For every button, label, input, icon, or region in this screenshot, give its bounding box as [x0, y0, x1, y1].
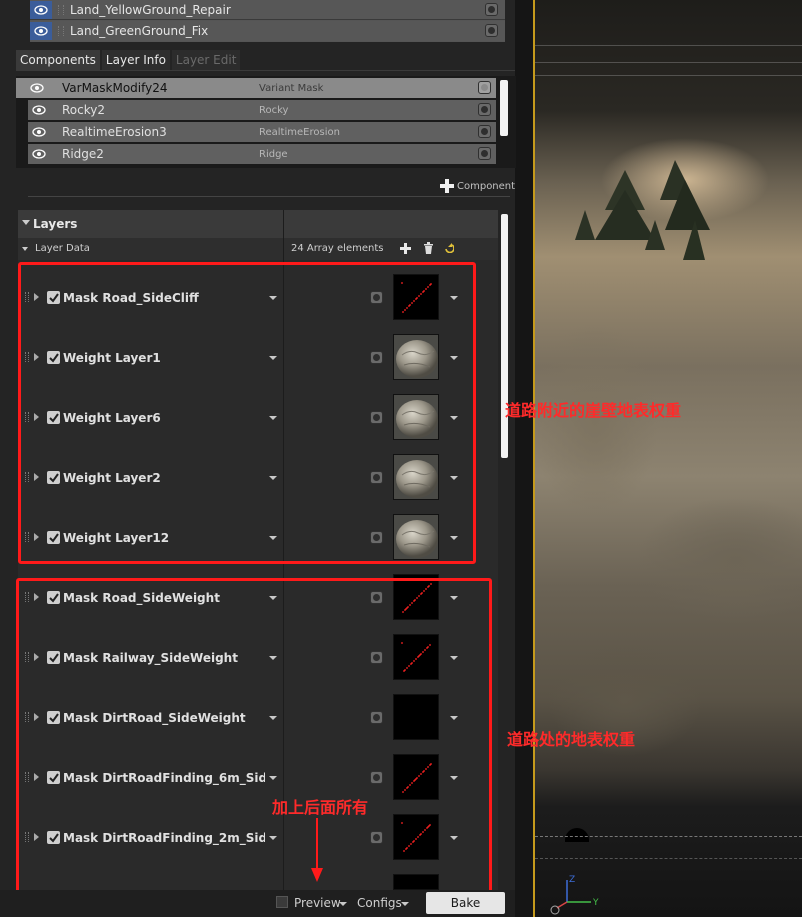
component-type: RealtimeErosion	[259, 127, 340, 138]
component-row[interactable]: Ridge2 Ridge	[28, 144, 496, 164]
panel-gutter	[515, 0, 533, 917]
list-item[interactable]: Land_GreenGround_Fix	[30, 21, 505, 41]
eye-icon[interactable]	[28, 101, 50, 119]
add-component-button[interactable]: Component	[440, 178, 515, 194]
collapse-arrow-icon[interactable]	[22, 247, 28, 251]
list-item-label: Land_GreenGround_Fix	[70, 24, 209, 38]
add-element-icon[interactable]	[400, 243, 411, 254]
eye-icon[interactable]	[28, 123, 50, 141]
scrollbar-thumb[interactable]	[500, 80, 508, 136]
annotation-text-road: 道路处的地表权重	[507, 730, 636, 749]
eye-icon[interactable]	[28, 145, 50, 163]
preview-checkbox[interactable]	[276, 896, 288, 908]
component-row[interactable]: RealtimeErosion3 RealtimeErosion	[28, 122, 496, 142]
list-item[interactable]: Land_YellowGround_Repair	[30, 0, 505, 20]
component-name: Ridge2	[62, 147, 104, 161]
tab-components[interactable]: Components	[16, 50, 100, 70]
eye-icon[interactable]	[26, 79, 48, 97]
annotation-box-cliff	[18, 262, 476, 564]
bake-button[interactable]: Bake	[426, 892, 505, 914]
component-row-selected[interactable]: VarMaskModify24 Variant Mask	[16, 78, 496, 98]
components-list: VarMaskModify24 Variant Mask Rocky2 Rock…	[16, 76, 516, 168]
drag-handle[interactable]	[58, 26, 64, 36]
component-row[interactable]: Rocky2 Rocky	[28, 100, 496, 120]
dropdown-arrow-icon[interactable]	[401, 902, 409, 906]
streak-line	[535, 45, 802, 46]
component-type: Ridge	[259, 149, 288, 160]
reset-icon[interactable]	[478, 81, 491, 94]
array-count: 24 Array elements	[291, 243, 384, 254]
divider	[16, 70, 515, 71]
dropdown-arrow-icon[interactable]	[339, 902, 347, 906]
reset-icon[interactable]	[478, 125, 491, 138]
configs-label[interactable]: Configs	[357, 896, 402, 910]
road-line	[535, 836, 802, 837]
road-line	[535, 858, 802, 859]
layers-title: Layers	[33, 217, 78, 231]
component-type: Variant Mask	[259, 83, 324, 94]
component-name: VarMaskModify24	[62, 81, 168, 95]
tunnel	[565, 828, 589, 842]
reset-icon[interactable]	[485, 3, 498, 16]
component-name: Rocky2	[62, 103, 105, 117]
viewport-border	[533, 0, 535, 917]
tab-layer-edit[interactable]: Layer Edit	[171, 50, 241, 70]
drag-handle[interactable]	[58, 4, 64, 15]
layer-data-label: Layer Data	[35, 243, 90, 254]
collapse-arrow-icon[interactable]	[22, 220, 30, 225]
top-layer-list: Land_YellowGround_Repair Land_GreenGroun…	[30, 0, 505, 42]
axis-gizmo-icon: Z Y	[550, 875, 599, 915]
streak-line	[535, 62, 802, 63]
trash-icon[interactable]	[423, 242, 434, 254]
layer-data-header: Layer Data 24 Array elements	[18, 238, 498, 260]
component-type: Rocky	[259, 105, 289, 116]
tab-bar: Components Layer Info Layer Edit	[16, 50, 241, 70]
eye-icon[interactable]	[30, 0, 52, 19]
reset-icon[interactable]	[478, 103, 491, 116]
plus-icon	[440, 179, 454, 193]
tab-layer-info[interactable]: Layer Info	[101, 50, 170, 70]
svg-text:Z: Z	[569, 875, 575, 885]
add-component-label: Component	[457, 180, 516, 192]
eye-icon[interactable]	[30, 22, 52, 40]
bottom-bar: Preview Configs Bake	[0, 890, 515, 917]
tree-cluster	[575, 160, 710, 260]
divider	[28, 196, 510, 197]
annotation-box-road	[16, 578, 492, 894]
svg-text:Y: Y	[592, 898, 599, 908]
reset-icon[interactable]	[485, 24, 498, 37]
reset-array-icon[interactable]	[444, 243, 454, 253]
layers-header[interactable]: Layers	[18, 210, 498, 238]
reset-icon[interactable]	[478, 147, 491, 160]
list-item-label: Land_YellowGround_Repair	[70, 2, 231, 17]
annotation-arrow-icon	[311, 818, 323, 882]
streak-line	[535, 75, 802, 76]
annotation-text-cliff: 道路附近的崖壁地表权重	[505, 401, 682, 420]
scrollbar-thumb[interactable]	[501, 214, 508, 458]
component-name: RealtimeErosion3	[62, 125, 167, 139]
annotation-text-add-all: 加上后面所有	[272, 798, 369, 817]
viewport-3d[interactable]: Z Y	[535, 0, 802, 917]
preview-label[interactable]: Preview	[294, 896, 341, 910]
